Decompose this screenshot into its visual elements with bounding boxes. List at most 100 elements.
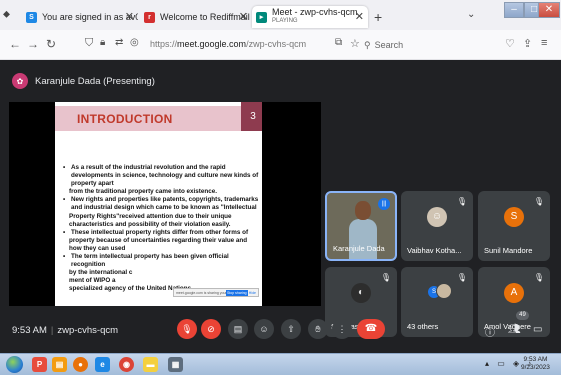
participant-count-badge: 49 [516,311,529,320]
slide-paragraph: by the international c [69,269,133,277]
people-icon[interactable]: 👥︎ [508,324,521,335]
avatar: S [504,207,524,227]
internet-explorer-icon[interactable]: e [95,357,110,372]
mic-off-icon: 🎙︎ [456,273,467,282]
favicon-icon: S [26,11,37,23]
list-all-tabs-icon[interactable]: ⌄ [467,9,475,20]
search-placeholder: Search [374,40,404,50]
participant-name: Sunil Mandore [484,246,533,255]
mic-off-icon: 🎙︎ [533,273,544,282]
meeting-control-bar: 9:53 AM | zwp-cvhs-qcm 🎙︎ ⊘ ▤ ☺ ⇧ ✋︎ ⋮ ☎︎ … [0,311,561,353]
tab-list-icon[interactable]: ⬥ [3,9,10,20]
screen-share-icon[interactable]: ⧉ [335,37,342,48]
presenter-label: Karanjule Dada (Presenting) [35,75,155,87]
slide-paragraph: As a result of the industrial revolution… [63,164,261,188]
share-icon[interactable]: ⇪ [523,37,532,50]
meet-favicon-icon: ▸ [256,11,267,23]
search-field[interactable]: ⚲ Search [364,37,484,53]
taskbar-time: 9:53 AM [523,356,548,363]
participant-tile[interactable]: 🎙︎ S Sunil Mandore [478,191,550,261]
tab-rediffmail[interactable]: r Welcome to Rediffmail ✕ [140,6,252,28]
menu-icon[interactable]: ≡ [541,37,547,49]
meet-main: ✿ Karanjule Dada (Presenting) INTRODUCTI… [0,60,561,353]
start-button[interactable] [6,356,23,373]
firefox-icon[interactable]: ● [73,357,88,372]
bookmark-star-icon[interactable]: ☆ [350,37,360,50]
participant-tile[interactable]: ||| Karanjule Dada [325,191,397,261]
reload-icon[interactable]: ↻ [46,37,56,51]
chat-icon[interactable]: ▭ [533,324,542,335]
forward-icon[interactable]: → [27,37,39,51]
hide-button[interactable]: Hide [249,291,258,295]
end-call-button[interactable]: ☎︎ [357,319,385,339]
meeting-time: 9:53 AM [12,325,47,336]
camera-permission-icon[interactable]: ◎ [130,37,139,48]
url-path: /zwp-cvhs-qcm [246,39,307,49]
tab-playing-label: PLAYING [272,18,298,24]
slide-paragraph: These intellectual property rights diffe… [63,229,261,237]
permissions-icon[interactable]: ⇄ [115,37,123,48]
tab-meet[interactable]: ▸ Meet - zwp-cvhs-qcm PLAYING ✕ [252,6,368,28]
camera-off-button[interactable]: ⊘ [201,319,221,339]
screen-share-notification: meet.google.com is sharing your screen S… [173,288,259,297]
meeting-code: zwp-cvhs-qcm [57,325,119,336]
slide-number: 3 [241,102,262,131]
search-icon: ⚲ [364,39,371,50]
windows-taskbar: P ▤ ● e ◉ ▬ ▦ ▴ ▭ ◈ ♪ 9:53 AM 9/23/2023 [0,353,561,375]
participant-name: Vaibhav Kotha... [407,246,462,255]
meeting-info: 9:53 AM | zwp-cvhs-qcm [12,325,119,336]
slide-paragraph: ment of WIPO a [69,277,116,285]
folder-icon[interactable]: ▬ [143,357,158,372]
slide-title: INTRODUCTION [77,112,173,126]
slide-title-band: INTRODUCTION [55,106,262,131]
shield-icon[interactable]: ⛉ [85,37,93,50]
emoji-button[interactable]: ☺ [254,319,274,339]
navigation-toolbar: ← → ↻ ⛉ 🔒︎ ⇄ ◎ https://meet.google.com/z… [0,30,561,60]
presenter-avatar: ✿ [12,73,28,89]
captions-button[interactable]: ▤ [228,319,248,339]
mic-off-button[interactable]: 🎙︎ [177,319,197,339]
slide-body: As a result of the industrial revolution… [63,164,261,294]
presentation-slide: INTRODUCTION 3 As a result of the indust… [55,102,262,306]
meeting-details-icon[interactable]: ⓘ [485,324,495,339]
tab-signed-in[interactable]: S You are signed in as av072010 ✕ [22,6,138,28]
slide-paragraph: from the traditional property came into … [69,188,218,196]
raise-hand-button[interactable]: ✋︎ [308,319,328,339]
slide-paragraph: characteristics and possibility of their… [69,220,231,228]
favicon-icon: r [144,11,155,23]
media-player-icon[interactable]: ▦ [168,357,183,372]
present-button[interactable]: ⇧ [281,319,301,339]
back-icon[interactable]: ← [9,37,21,51]
chrome-icon[interactable]: ◉ [119,357,134,372]
slide-paragraph: Property Rights"received attention due t… [69,212,232,220]
taskbar-clock[interactable]: 9:53 AM 9/23/2023 [521,356,550,372]
new-tab-button[interactable]: + [374,9,382,25]
speaking-indicator-icon: ||| [378,198,390,210]
tab-title: Meet - zwp-cvhs-qcm [272,7,358,17]
avatar: A [504,283,524,303]
lock-icon[interactable]: 🔒︎ [100,37,105,48]
pdf-app-icon[interactable]: P [32,357,47,372]
file-manager-icon[interactable]: ▤ [52,357,67,372]
close-window-button[interactable]: ✕ [538,2,560,18]
more-options-button[interactable]: ⋮ [332,319,352,339]
url-field[interactable]: https://meet.google.com/zwp-cvhs-qcm [150,39,306,49]
mic-off-icon: 🎙︎ [533,197,544,206]
close-tab-icon[interactable]: ✕ [355,10,364,23]
minimize-button[interactable]: – [504,2,524,18]
slide-paragraph: how they can used [69,244,126,252]
url-domain: meet.google.com [177,39,247,49]
participant-name: Karanjule Dada [333,244,385,253]
browser-tab-strip: ⬥ S You are signed in as av072010 ✕ r We… [0,0,561,30]
participant-tile[interactable]: 🎙︎ ☺ Vaibhav Kotha... [401,191,473,261]
close-tab-icon[interactable]: ✕ [239,10,248,23]
share-notification-text: meet.google.com is sharing your screen [176,290,226,295]
stop-sharing-button[interactable]: Stop sharing [225,289,248,296]
avatar [436,283,452,299]
mic-off-icon: 🎙︎ [456,197,467,206]
pocket-icon[interactable]: ♡ [505,37,515,50]
close-tab-icon[interactable]: ✕ [125,10,134,23]
presenter-bar: ✿ Karanjule Dada (Presenting) [12,70,155,92]
tab-title-block: Meet - zwp-cvhs-qcm PLAYING [272,8,358,26]
presentation-stage[interactable]: INTRODUCTION 3 As a result of the indust… [9,102,321,306]
